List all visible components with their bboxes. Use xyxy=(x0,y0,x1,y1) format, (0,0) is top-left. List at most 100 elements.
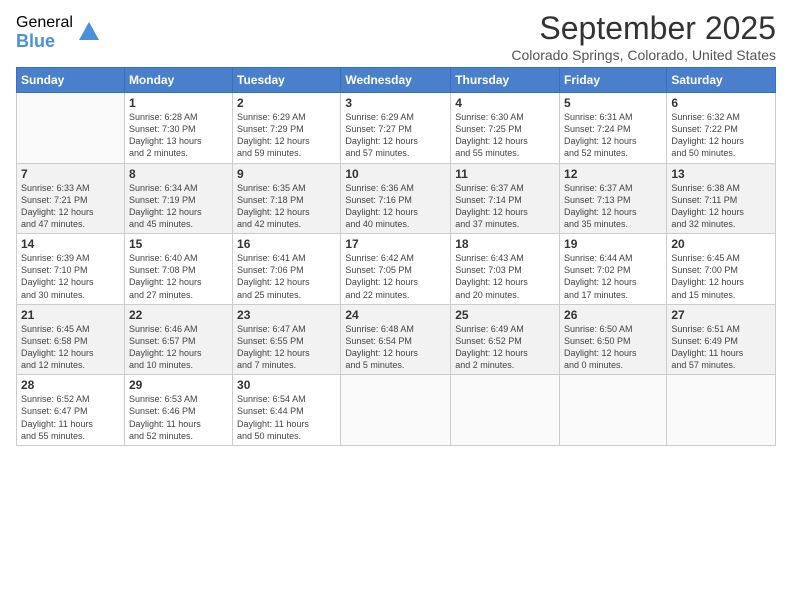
table-row: 2Sunrise: 6:29 AMSunset: 7:29 PMDaylight… xyxy=(233,93,341,164)
table-row: 17Sunrise: 6:42 AMSunset: 7:05 PMDayligh… xyxy=(341,234,451,305)
day-info: Sunrise: 6:32 AMSunset: 7:22 PMDaylight:… xyxy=(671,111,771,160)
day-info: Sunrise: 6:29 AMSunset: 7:29 PMDaylight:… xyxy=(237,111,336,160)
col-thursday: Thursday xyxy=(451,68,560,93)
day-info: Sunrise: 6:31 AMSunset: 7:24 PMDaylight:… xyxy=(564,111,662,160)
day-number: 14 xyxy=(21,237,120,251)
day-info: Sunrise: 6:28 AMSunset: 7:30 PMDaylight:… xyxy=(129,111,228,160)
day-number: 4 xyxy=(455,96,555,110)
day-number: 1 xyxy=(129,96,228,110)
day-number: 27 xyxy=(671,308,771,322)
col-saturday: Saturday xyxy=(667,68,776,93)
day-number: 11 xyxy=(455,167,555,181)
day-info: Sunrise: 6:50 AMSunset: 6:50 PMDaylight:… xyxy=(564,323,662,372)
calendar-table: Sunday Monday Tuesday Wednesday Thursday… xyxy=(16,67,776,446)
day-info: Sunrise: 6:46 AMSunset: 6:57 PMDaylight:… xyxy=(129,323,228,372)
table-row: 25Sunrise: 6:49 AMSunset: 6:52 PMDayligh… xyxy=(451,304,560,375)
day-info: Sunrise: 6:51 AMSunset: 6:49 PMDaylight:… xyxy=(671,323,771,372)
table-row: 26Sunrise: 6:50 AMSunset: 6:50 PMDayligh… xyxy=(560,304,667,375)
day-info: Sunrise: 6:29 AMSunset: 7:27 PMDaylight:… xyxy=(345,111,446,160)
calendar-week-row: 7Sunrise: 6:33 AMSunset: 7:21 PMDaylight… xyxy=(17,163,776,234)
day-number: 7 xyxy=(21,167,120,181)
month-title: September 2025 xyxy=(511,10,776,47)
calendar-week-row: 1Sunrise: 6:28 AMSunset: 7:30 PMDaylight… xyxy=(17,93,776,164)
day-number: 10 xyxy=(345,167,446,181)
day-number: 8 xyxy=(129,167,228,181)
table-row xyxy=(451,375,560,446)
table-row: 19Sunrise: 6:44 AMSunset: 7:02 PMDayligh… xyxy=(560,234,667,305)
day-number: 29 xyxy=(129,378,228,392)
day-number: 3 xyxy=(345,96,446,110)
table-row: 22Sunrise: 6:46 AMSunset: 6:57 PMDayligh… xyxy=(124,304,232,375)
col-sunday: Sunday xyxy=(17,68,125,93)
calendar-week-row: 28Sunrise: 6:52 AMSunset: 6:47 PMDayligh… xyxy=(17,375,776,446)
table-row: 14Sunrise: 6:39 AMSunset: 7:10 PMDayligh… xyxy=(17,234,125,305)
table-row: 20Sunrise: 6:45 AMSunset: 7:00 PMDayligh… xyxy=(667,234,776,305)
location-subtitle: Colorado Springs, Colorado, United State… xyxy=(511,47,776,63)
day-info: Sunrise: 6:52 AMSunset: 6:47 PMDaylight:… xyxy=(21,393,120,442)
day-info: Sunrise: 6:30 AMSunset: 7:25 PMDaylight:… xyxy=(455,111,555,160)
day-info: Sunrise: 6:45 AMSunset: 7:00 PMDaylight:… xyxy=(671,252,771,301)
day-number: 28 xyxy=(21,378,120,392)
day-number: 21 xyxy=(21,308,120,322)
table-row: 3Sunrise: 6:29 AMSunset: 7:27 PMDaylight… xyxy=(341,93,451,164)
table-row xyxy=(341,375,451,446)
day-number: 17 xyxy=(345,237,446,251)
day-number: 24 xyxy=(345,308,446,322)
table-row: 15Sunrise: 6:40 AMSunset: 7:08 PMDayligh… xyxy=(124,234,232,305)
day-number: 26 xyxy=(564,308,662,322)
day-info: Sunrise: 6:33 AMSunset: 7:21 PMDaylight:… xyxy=(21,182,120,231)
table-row: 6Sunrise: 6:32 AMSunset: 7:22 PMDaylight… xyxy=(667,93,776,164)
day-number: 19 xyxy=(564,237,662,251)
day-number: 23 xyxy=(237,308,336,322)
day-info: Sunrise: 6:37 AMSunset: 7:14 PMDaylight:… xyxy=(455,182,555,231)
table-row xyxy=(560,375,667,446)
day-info: Sunrise: 6:54 AMSunset: 6:44 PMDaylight:… xyxy=(237,393,336,442)
table-row: 4Sunrise: 6:30 AMSunset: 7:25 PMDaylight… xyxy=(451,93,560,164)
day-info: Sunrise: 6:36 AMSunset: 7:16 PMDaylight:… xyxy=(345,182,446,231)
day-number: 16 xyxy=(237,237,336,251)
table-row: 1Sunrise: 6:28 AMSunset: 7:30 PMDaylight… xyxy=(124,93,232,164)
table-row: 28Sunrise: 6:52 AMSunset: 6:47 PMDayligh… xyxy=(17,375,125,446)
logo: General Blue xyxy=(16,14,103,51)
table-row: 5Sunrise: 6:31 AMSunset: 7:24 PMDaylight… xyxy=(560,93,667,164)
header: General Blue September 2025 Colorado Spr… xyxy=(16,10,776,63)
day-info: Sunrise: 6:35 AMSunset: 7:18 PMDaylight:… xyxy=(237,182,336,231)
table-row: 12Sunrise: 6:37 AMSunset: 7:13 PMDayligh… xyxy=(560,163,667,234)
calendar-header-row: Sunday Monday Tuesday Wednesday Thursday… xyxy=(17,68,776,93)
day-info: Sunrise: 6:43 AMSunset: 7:03 PMDaylight:… xyxy=(455,252,555,301)
calendar-week-row: 14Sunrise: 6:39 AMSunset: 7:10 PMDayligh… xyxy=(17,234,776,305)
day-info: Sunrise: 6:40 AMSunset: 7:08 PMDaylight:… xyxy=(129,252,228,301)
day-number: 25 xyxy=(455,308,555,322)
calendar-week-row: 21Sunrise: 6:45 AMSunset: 6:58 PMDayligh… xyxy=(17,304,776,375)
day-number: 9 xyxy=(237,167,336,181)
day-info: Sunrise: 6:47 AMSunset: 6:55 PMDaylight:… xyxy=(237,323,336,372)
table-row xyxy=(667,375,776,446)
day-number: 15 xyxy=(129,237,228,251)
day-info: Sunrise: 6:45 AMSunset: 6:58 PMDaylight:… xyxy=(21,323,120,372)
table-row: 18Sunrise: 6:43 AMSunset: 7:03 PMDayligh… xyxy=(451,234,560,305)
day-number: 18 xyxy=(455,237,555,251)
day-number: 6 xyxy=(671,96,771,110)
table-row: 23Sunrise: 6:47 AMSunset: 6:55 PMDayligh… xyxy=(233,304,341,375)
table-row: 24Sunrise: 6:48 AMSunset: 6:54 PMDayligh… xyxy=(341,304,451,375)
col-tuesday: Tuesday xyxy=(233,68,341,93)
logo-general: General xyxy=(16,14,73,32)
logo-text: General Blue xyxy=(16,14,73,51)
table-row: 21Sunrise: 6:45 AMSunset: 6:58 PMDayligh… xyxy=(17,304,125,375)
table-row: 29Sunrise: 6:53 AMSunset: 6:46 PMDayligh… xyxy=(124,375,232,446)
day-number: 13 xyxy=(671,167,771,181)
day-info: Sunrise: 6:49 AMSunset: 6:52 PMDaylight:… xyxy=(455,323,555,372)
col-monday: Monday xyxy=(124,68,232,93)
day-number: 2 xyxy=(237,96,336,110)
day-number: 20 xyxy=(671,237,771,251)
day-info: Sunrise: 6:38 AMSunset: 7:11 PMDaylight:… xyxy=(671,182,771,231)
day-number: 5 xyxy=(564,96,662,110)
day-info: Sunrise: 6:48 AMSunset: 6:54 PMDaylight:… xyxy=(345,323,446,372)
table-row: 16Sunrise: 6:41 AMSunset: 7:06 PMDayligh… xyxy=(233,234,341,305)
table-row: 9Sunrise: 6:35 AMSunset: 7:18 PMDaylight… xyxy=(233,163,341,234)
table-row: 30Sunrise: 6:54 AMSunset: 6:44 PMDayligh… xyxy=(233,375,341,446)
day-number: 22 xyxy=(129,308,228,322)
day-info: Sunrise: 6:42 AMSunset: 7:05 PMDaylight:… xyxy=(345,252,446,301)
day-info: Sunrise: 6:44 AMSunset: 7:02 PMDaylight:… xyxy=(564,252,662,301)
day-number: 12 xyxy=(564,167,662,181)
